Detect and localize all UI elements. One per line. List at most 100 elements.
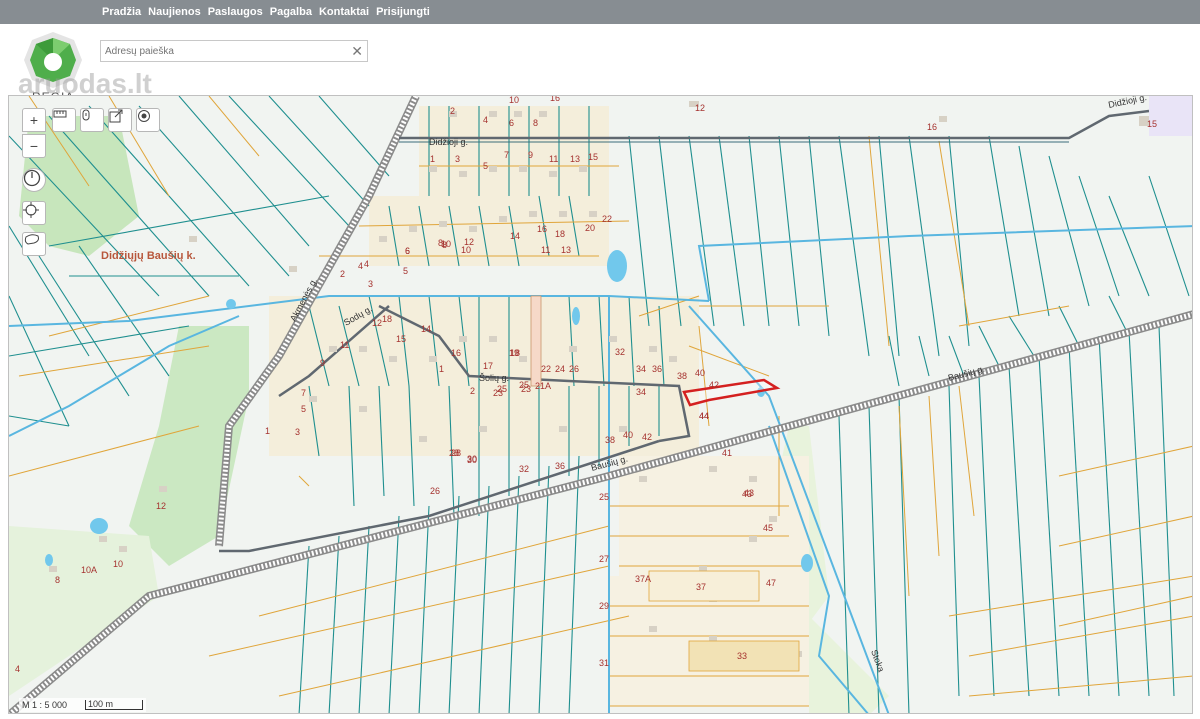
top-navigation-bar: Pradžia Naujienos Paslaugos Pagalba Kont… xyxy=(0,0,1200,24)
house-number: 4 xyxy=(15,664,20,674)
house-number: 34 xyxy=(636,364,646,374)
house-number: 43 xyxy=(742,489,752,499)
main-nav: Pradžia Naujienos Paslaugos Pagalba Kont… xyxy=(102,0,437,24)
share-button[interactable] xyxy=(108,108,132,132)
house-number: 13 xyxy=(561,245,571,255)
house-number: 11 xyxy=(340,340,349,350)
cadastral-map[interactable]: Didžiųjų Baušių k. Akmenės g. Didžioji g… xyxy=(8,95,1193,714)
house-number: 37A xyxy=(635,574,651,584)
house-number: 7 xyxy=(301,388,306,398)
house-number: 11 xyxy=(541,245,550,255)
house-number: 1 xyxy=(439,364,444,374)
house-number: 20 xyxy=(585,223,595,233)
house-number: 27 xyxy=(599,554,609,564)
house-number: 15 xyxy=(396,334,406,344)
house-number: 9 xyxy=(320,358,325,368)
house-number: 16 xyxy=(927,122,937,132)
address-search-box[interactable]: ✕ xyxy=(100,40,368,62)
house-number: 2 xyxy=(340,269,345,279)
crosshair-icon xyxy=(23,202,39,218)
nav-pagalba[interactable]: Pagalba xyxy=(270,6,312,18)
house-number: 10 xyxy=(509,96,519,105)
marker-icon xyxy=(82,109,90,121)
house-number: 3 xyxy=(295,427,300,437)
street-label-didzioji: Didžioji g. xyxy=(429,137,468,147)
house-number: 16 xyxy=(550,96,560,103)
nav-naujienos[interactable]: Naujienos xyxy=(148,6,201,18)
page-edge xyxy=(1193,95,1200,719)
minus-icon: − xyxy=(29,138,39,154)
clock-icon xyxy=(23,169,41,187)
house-number: 12 xyxy=(372,318,382,328)
sodu-lane xyxy=(530,295,542,387)
house-number: 40 xyxy=(623,430,633,440)
history-button[interactable] xyxy=(22,168,46,192)
zoom-in-button[interactable]: + xyxy=(22,108,46,132)
house-number: 25 xyxy=(599,492,609,502)
house-number: 37 xyxy=(696,582,706,592)
house-number: 26 xyxy=(569,364,579,374)
house-number: 18 xyxy=(555,229,565,239)
house-number: 34 xyxy=(636,387,646,397)
pond-5 xyxy=(45,554,53,566)
house-number: 6 xyxy=(405,246,410,256)
house-number: 21A xyxy=(535,381,551,391)
pond-4 xyxy=(90,518,108,534)
house-number: 1 xyxy=(430,154,435,164)
map-canvas: Didžiųjų Baušių k. Akmenės g. Didžioji g… xyxy=(9,96,1192,713)
pond-1 xyxy=(607,250,627,282)
house-number: 38 xyxy=(605,435,615,445)
pond-3 xyxy=(226,299,236,309)
village-label: Didžiųjų Baušių k. xyxy=(101,250,196,262)
building-compound-east xyxy=(1149,96,1192,136)
house-number: 36 xyxy=(555,461,565,471)
house-number: 31 xyxy=(599,658,609,668)
draw-area-button[interactable] xyxy=(22,232,46,256)
house-number: 11 xyxy=(549,154,558,164)
house-number: 4 xyxy=(364,259,369,269)
house-number: 18 xyxy=(510,348,520,358)
measure-button[interactable] xyxy=(52,108,76,132)
nav-paslaugos[interactable]: Paslaugos xyxy=(208,6,263,18)
house-number: 25 xyxy=(497,384,507,394)
house-number: 17 xyxy=(483,361,493,371)
house-number: 7 xyxy=(504,150,509,160)
house-number: 28 xyxy=(451,448,461,458)
address-search-input[interactable] xyxy=(101,41,346,61)
house-number: 9 xyxy=(528,150,533,160)
house-number: 42 xyxy=(642,432,652,442)
locate-button[interactable] xyxy=(136,108,160,132)
house-number: 8 xyxy=(533,118,538,128)
zoom-out-button[interactable]: − xyxy=(22,134,46,158)
target-icon xyxy=(138,110,150,122)
pin-button[interactable] xyxy=(80,108,104,132)
house-number: 22 xyxy=(602,214,612,224)
house-number: 22 xyxy=(541,364,551,374)
house-number: 26 xyxy=(430,486,440,496)
house-number: 23 xyxy=(521,384,531,394)
house-number: 18 xyxy=(382,314,392,324)
house-number: 30 xyxy=(467,455,477,465)
house-number: 3 xyxy=(368,279,373,289)
house-number: 2 xyxy=(470,386,475,396)
house-number: 10A xyxy=(81,565,97,575)
lasso-icon xyxy=(24,234,39,245)
house-number: 32 xyxy=(519,464,529,474)
house-number: 8 xyxy=(442,240,447,250)
clear-search-icon[interactable]: ✕ xyxy=(351,43,363,60)
house-number: 4 xyxy=(483,115,488,125)
house-number: 1 xyxy=(265,426,270,436)
gps-button[interactable] xyxy=(22,201,46,225)
nav-kontaktai[interactable]: Kontaktai xyxy=(319,6,369,18)
ruler-icon xyxy=(53,110,67,118)
scale-ratio: M 1 : 5 000 xyxy=(22,700,68,710)
house-number: 16 xyxy=(537,224,547,234)
nav-pradzia[interactable]: Pradžia xyxy=(102,6,141,18)
house-number: 14 xyxy=(510,231,520,241)
plus-icon: + xyxy=(29,112,39,128)
pond-2 xyxy=(572,307,580,325)
house-number: 45 xyxy=(763,523,773,533)
house-number: 3 xyxy=(455,154,460,164)
house-number: 32 xyxy=(615,347,625,357)
nav-prisijungti[interactable]: Prisijungti xyxy=(376,6,430,18)
